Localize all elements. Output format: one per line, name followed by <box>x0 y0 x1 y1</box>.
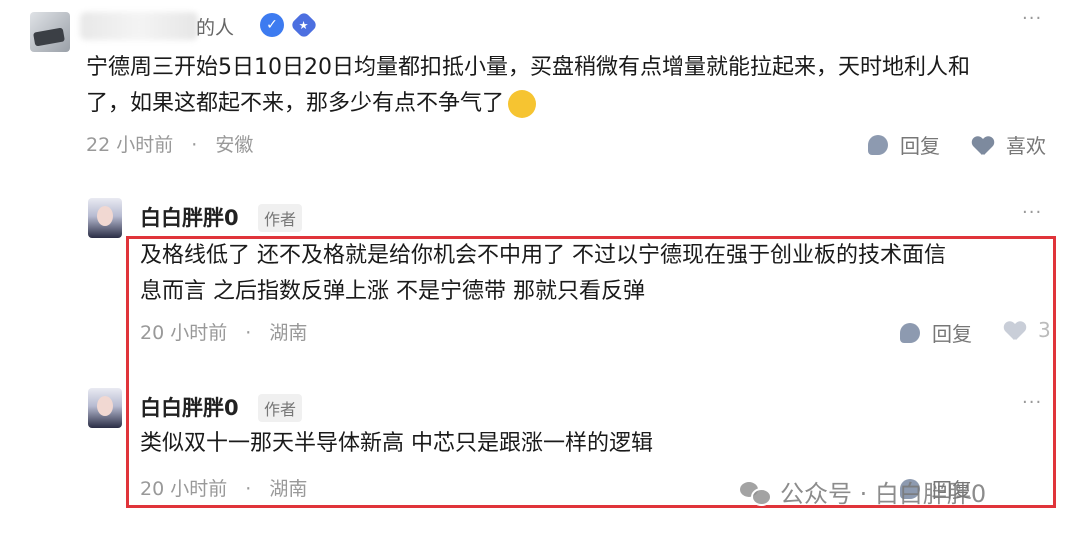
like-label: 喜欢 <box>1006 134 1046 158</box>
heart-icon <box>972 135 994 155</box>
reply-username[interactable]: 白白胖胖0 <box>140 202 239 232</box>
comment-line: 了，如果这都起不来，那多少有点不争气了 <box>86 86 970 122</box>
separator: · <box>191 134 198 156</box>
watermark-text: 公众号 · 白白胖胖0 <box>780 480 987 508</box>
avatar[interactable] <box>30 12 70 52</box>
level-badge-icon: ★ <box>289 10 319 40</box>
more-icon[interactable]: ··· <box>1022 8 1042 29</box>
reply-button[interactable]: 回复 <box>868 130 940 159</box>
verified-icon: ✓ <box>260 13 284 37</box>
location: 安徽 <box>215 134 254 156</box>
reply-avatar[interactable] <box>88 198 122 238</box>
username-suffix[interactable]: 的人 <box>196 13 234 40</box>
comment-meta: 22 小时前 · 安徽 <box>86 130 253 157</box>
timestamp: 22 小时前 <box>86 134 174 156</box>
reply-avatar[interactable] <box>88 388 122 428</box>
like-button[interactable]: 喜欢 <box>972 130 1046 159</box>
comment-icon <box>868 134 888 155</box>
blurred-username <box>80 12 198 40</box>
comment-content: 宁德周三开始5日10日20日均量都扣抵小量，买盘稍微有点增量就能拉起来，天时地利… <box>86 50 970 122</box>
author-tag: 作者 <box>258 204 303 232</box>
more-icon[interactable]: ··· <box>1022 202 1042 223</box>
reply-label: 回复 <box>900 134 940 158</box>
emoji-icon <box>508 90 537 118</box>
wechat-icon <box>740 480 772 506</box>
watermark: 公众号 · 白白胖胖0 <box>740 474 986 509</box>
highlight-box <box>126 236 1056 508</box>
comment-line: 宁德周三开始5日10日20日均量都扣抵小量，买盘稍微有点增量就能拉起来，天时地利… <box>86 55 970 80</box>
